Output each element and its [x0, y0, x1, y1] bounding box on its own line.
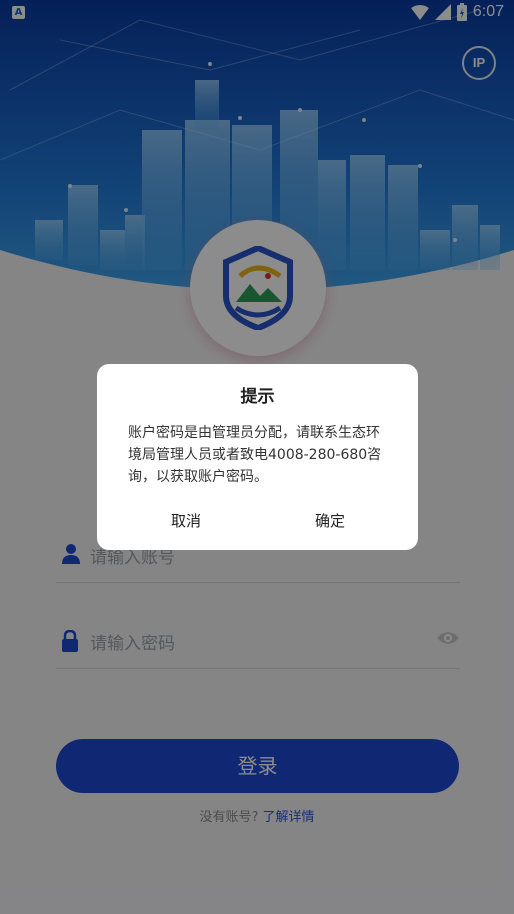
- dialog-title: 提示: [240, 387, 275, 407]
- info-dialog: 提示 账户密码是由管理员分配，请联系生态环境局管理人员或者致电4008-280-…: [97, 364, 418, 550]
- cancel-button[interactable]: 取消: [171, 510, 201, 531]
- confirm-button[interactable]: 确定: [315, 510, 345, 531]
- dialog-message: 账户密码是由管理员分配，请联系生态环境局管理人员或者致电4008-280-680…: [128, 425, 382, 485]
